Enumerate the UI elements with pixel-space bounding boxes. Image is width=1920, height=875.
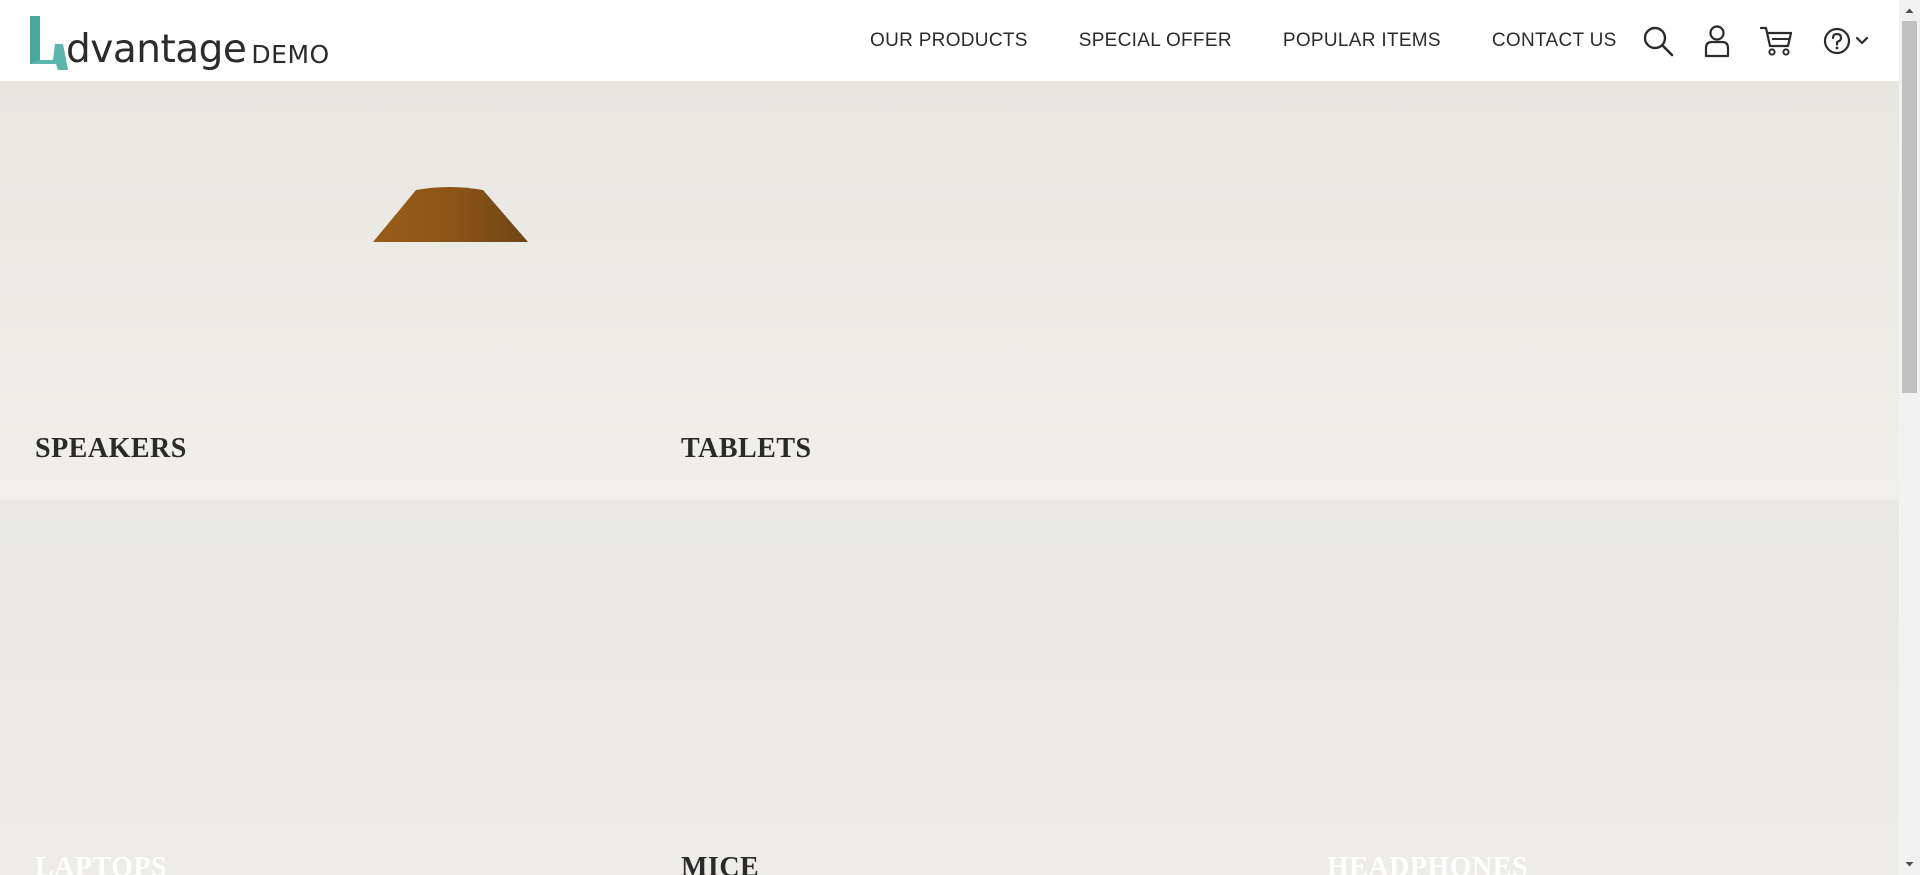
page: dvantage DEMO OUR PRODUCTS SPECIAL OFFER… bbox=[0, 0, 1920, 875]
category-headphones[interactable]: HEADPHONES bbox=[1327, 852, 1528, 875]
nav-special-offer[interactable]: SPECIAL OFFER bbox=[1079, 30, 1232, 52]
user-icon[interactable] bbox=[1702, 23, 1732, 59]
nav-contact-us[interactable]: CONTACT US bbox=[1492, 30, 1617, 52]
scroll-up-arrow-icon[interactable] bbox=[1899, 0, 1920, 21]
site-header: dvantage DEMO OUR PRODUCTS SPECIAL OFFER… bbox=[0, 0, 1899, 81]
page-scrollbar[interactable] bbox=[1899, 0, 1920, 875]
category-panel-bottom: LAPTOPS MICE HEADPHONES bbox=[0, 500, 1899, 875]
brand-logo[interactable]: dvantage DEMO bbox=[28, 12, 330, 72]
category-panel-top: SPEAKERS TABLETS bbox=[0, 81, 1899, 500]
nav-our-products[interactable]: OUR PRODUCTS bbox=[870, 30, 1028, 52]
brand-suffix: DEMO bbox=[251, 40, 330, 69]
category-tablets[interactable]: TABLETS bbox=[681, 433, 812, 465]
scrollbar-thumb[interactable] bbox=[1902, 21, 1917, 393]
help-icon[interactable] bbox=[1822, 23, 1852, 59]
nav-popular-items[interactable]: POPULAR ITEMS bbox=[1283, 30, 1441, 52]
category-mice[interactable]: MICE bbox=[681, 852, 759, 875]
main-nav: OUR PRODUCTS SPECIAL OFFER POPULAR ITEMS… bbox=[870, 0, 1617, 81]
search-icon[interactable] bbox=[1640, 23, 1676, 59]
speaker-product-image[interactable] bbox=[373, 186, 530, 243]
category-laptops[interactable]: LAPTOPS bbox=[35, 852, 167, 875]
chevron-down-icon[interactable] bbox=[1854, 23, 1870, 59]
header-icons bbox=[1640, 0, 1870, 81]
brand-name: dvantage bbox=[66, 27, 247, 72]
cart-icon[interactable] bbox=[1760, 23, 1794, 59]
scroll-down-arrow-icon[interactable] bbox=[1899, 854, 1920, 875]
category-speakers[interactable]: SPEAKERS bbox=[35, 433, 187, 465]
